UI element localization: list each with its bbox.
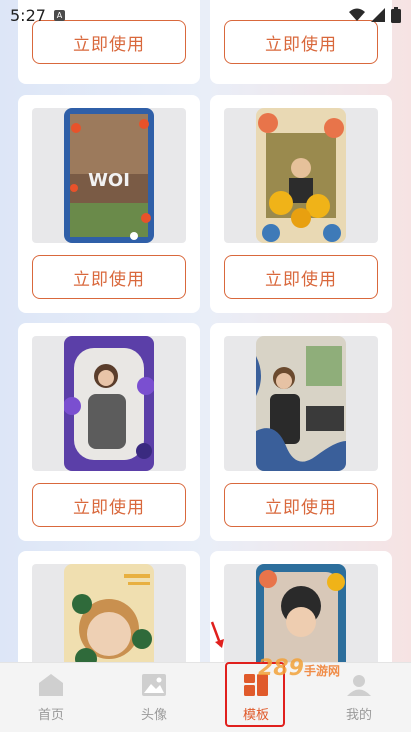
- template-grid: 立即使用 立即使用 WOI 立即使用 立即使用 立即使用 立即使用: [0, 0, 411, 662]
- watermark-main: 289: [258, 656, 304, 681]
- tab-label: 我的: [345, 708, 372, 723]
- use-template-button[interactable]: 立即使用: [224, 483, 378, 527]
- template-preview-image[interactable]: WOI: [64, 108, 154, 243]
- status-bar: 5:27 A: [0, 0, 411, 30]
- home-icon: [39, 674, 63, 696]
- template-thumbnail-area: WOI: [32, 108, 186, 243]
- template-preview-image[interactable]: [256, 108, 346, 243]
- tab-label: 首页: [37, 708, 64, 723]
- template-preview-image[interactable]: [64, 336, 154, 471]
- tab-home[interactable]: 首页: [0, 663, 102, 732]
- profile-icon: [347, 675, 371, 696]
- image-icon: [142, 674, 166, 696]
- template-preview-image[interactable]: [256, 564, 346, 662]
- template-thumbnail-area: [224, 564, 378, 662]
- template-thumbnail-area: [224, 336, 378, 471]
- svg-text:WOI: WOI: [88, 170, 130, 191]
- template-card: WOI 立即使用: [18, 95, 200, 313]
- use-template-button[interactable]: 立即使用: [224, 255, 378, 299]
- battery-icon: [391, 7, 401, 23]
- notification-icon: A: [53, 9, 65, 21]
- template-thumbnail-area: [32, 336, 186, 471]
- template-preview-image[interactable]: [64, 564, 154, 662]
- use-template-button[interactable]: 立即使用: [32, 255, 186, 299]
- use-template-button[interactable]: 立即使用: [32, 483, 186, 527]
- watermark-logo: 289手游网: [258, 656, 340, 681]
- status-time: 5:27: [10, 5, 46, 25]
- template-thumbnail-area: [32, 564, 186, 662]
- template-preview-image[interactable]: [256, 336, 346, 471]
- tab-label: 头像: [140, 708, 167, 723]
- template-card: 立即使用: [210, 323, 392, 541]
- tab-avatar[interactable]: 头像: [103, 663, 205, 732]
- signal-icon: [371, 8, 385, 22]
- bottom-tab-bar: 首页 头像 模板 我的: [0, 662, 411, 732]
- template-card: 立即使用: [18, 323, 200, 541]
- template-card: [18, 551, 200, 662]
- arrow-indicator-icon: [210, 621, 224, 648]
- watermark-sub: 手游网: [303, 664, 340, 678]
- wifi-icon: [349, 8, 365, 21]
- template-card: [210, 551, 392, 662]
- template-card: 立即使用: [210, 95, 392, 313]
- template-thumbnail-area: [224, 108, 378, 243]
